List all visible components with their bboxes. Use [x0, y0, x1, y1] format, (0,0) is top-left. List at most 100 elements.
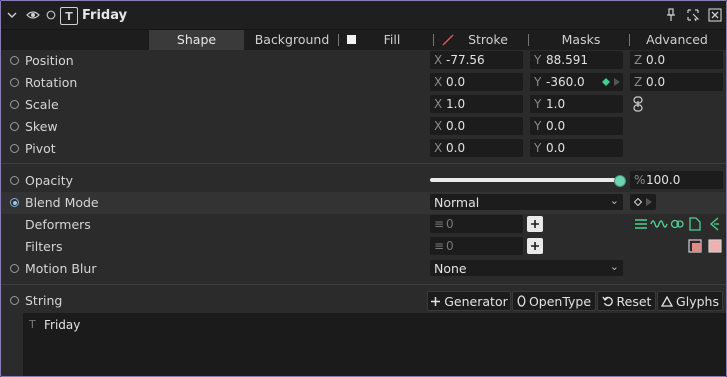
add-deformer-plus-icon[interactable]	[527, 216, 543, 232]
add-filter-plus-icon[interactable]	[527, 238, 543, 254]
opacity-field[interactable]: % 100.0	[630, 171, 723, 189]
opacity-value: 100.0	[646, 173, 681, 187]
blend-mode-label: Blend Mode	[25, 195, 99, 210]
text-type-icon: T	[29, 318, 36, 331]
position-x-field[interactable]: X -77.56	[430, 51, 523, 69]
position-y-field[interactable]: Y 88.591	[530, 51, 623, 69]
tab-advanced[interactable]: Advanced	[637, 30, 717, 50]
rotation-x-value: 0.0	[446, 75, 466, 89]
opacity-slider-handle[interactable]	[614, 175, 626, 187]
deformers-count-field[interactable]: ≡ 0	[430, 215, 523, 233]
collapse-chevron-icon[interactable]	[5, 7, 19, 23]
keyframe-toggle-icon[interactable]	[10, 176, 19, 185]
next-keyframe-icon[interactable]	[646, 198, 652, 206]
position-z-value: 0.0	[646, 53, 666, 67]
opentype-label: OpenType	[528, 293, 592, 309]
filters-count-field[interactable]: ≡ 0	[430, 237, 523, 255]
axis-y-label: Y	[534, 97, 542, 111]
fill-color-swatch-icon[interactable]	[347, 35, 356, 44]
scale-x-field[interactable]: X 1.0	[430, 95, 523, 113]
string-text-value: Friday	[44, 318, 81, 332]
rotation-x-field[interactable]: X 0.0	[430, 73, 523, 91]
scale-row: Scale X 1.0 Y 1.0	[1, 94, 726, 116]
rotation-row: Rotation X 0.0 Y -360.0 Z 0.0	[1, 72, 726, 94]
keyframe-toggle-icon[interactable]	[10, 264, 19, 273]
opentype-button[interactable]: OpenType	[512, 291, 596, 311]
properties-panel: T Friday Shape Background Fill Stroke Ma…	[0, 0, 727, 377]
reset-arrow-icon	[601, 296, 613, 307]
skew-x-field[interactable]: X 0.0	[430, 117, 523, 135]
scale-x-value: 1.0	[446, 97, 466, 111]
tab-divider	[338, 34, 339, 46]
keyframe-toggle-icon[interactable]	[10, 198, 19, 207]
string-label: String	[25, 293, 63, 308]
tab-fill[interactable]: Fill	[361, 30, 423, 50]
tab-masks[interactable]: Masks	[541, 30, 621, 50]
keyframe-diamond-icon[interactable]	[602, 78, 610, 86]
axis-x-label: X	[434, 141, 443, 155]
string-text-area[interactable]: T Friday	[23, 313, 726, 376]
skew-y-field[interactable]: Y 0.0	[530, 117, 623, 135]
motion-blur-row: Motion Blur None ⌄	[1, 258, 726, 280]
rotation-z-field[interactable]: Z 0.0	[630, 73, 723, 91]
pivot-x-field[interactable]: X 0.0	[430, 139, 523, 157]
blend-mode-row: Blend Mode Normal ⌄	[1, 192, 726, 214]
pin-icon[interactable]	[663, 7, 679, 23]
opacity-slider-track[interactable]	[430, 178, 620, 182]
keyframe-diamond-outline-icon[interactable]	[634, 198, 642, 206]
glyphs-button[interactable]: Glyphs	[657, 291, 723, 311]
keyframe-toggle-icon[interactable]	[10, 100, 19, 109]
keyframe-toggle-icon[interactable]	[10, 296, 19, 305]
plus-icon	[431, 296, 441, 306]
position-x-value: -77.56	[446, 53, 485, 67]
pivot-y-field[interactable]: Y 0.0	[530, 139, 623, 157]
list-icon: ≡	[434, 239, 445, 253]
keyframe-toggle-icon[interactable]	[10, 122, 19, 131]
visibility-eye-icon[interactable]	[25, 7, 41, 23]
glyphs-triangle-icon	[661, 295, 674, 307]
axis-x-label: X	[434, 53, 443, 67]
scale-label: Scale	[25, 97, 59, 112]
scale-y-field[interactable]: Y 1.0	[530, 95, 623, 113]
stroke-none-slash-icon[interactable]	[442, 34, 454, 46]
keyframe-nav	[630, 194, 656, 210]
filters-count: 0	[446, 239, 454, 253]
delete-x-icon[interactable]	[707, 7, 723, 23]
color-filter-icon[interactable]	[707, 238, 723, 254]
bend-deformer-icon[interactable]	[706, 216, 722, 232]
tab-background[interactable]: Background	[246, 30, 338, 50]
page-deformer-icon[interactable]	[687, 216, 703, 232]
keyframe-toggle-icon[interactable]	[10, 56, 19, 65]
axis-z-label: Z	[634, 75, 643, 89]
text-layer-type-icon: T	[60, 7, 78, 25]
position-row: Position X -77.56 Y 88.591 Z 0.0	[1, 50, 726, 72]
blend-mode-select[interactable]: Normal ⌄	[430, 194, 623, 210]
next-keyframe-icon[interactable]	[614, 78, 620, 86]
filter-preset-icon[interactable]	[687, 238, 703, 254]
list-icon: ≡	[434, 217, 445, 231]
deformers-row: Deformers ≡ 0	[1, 214, 726, 236]
solo-circle-icon[interactable]	[45, 7, 57, 23]
reset-button[interactable]: Reset	[597, 291, 656, 311]
link-scale-chain-icon[interactable]	[630, 96, 646, 112]
tab-stroke[interactable]: Stroke	[459, 30, 517, 50]
property-tabs: Shape Background Fill Stroke Masks Advan…	[1, 30, 726, 50]
tab-divider	[629, 34, 630, 46]
axis-x-label: X	[434, 119, 443, 133]
position-z-field[interactable]: Z 0.0	[630, 51, 723, 69]
section-divider	[1, 163, 726, 164]
filters-label: Filters	[25, 239, 63, 254]
deformer-list-icon[interactable]	[633, 216, 649, 232]
select-layer-icon[interactable]	[685, 7, 701, 23]
keyframe-toggle-icon[interactable]	[10, 144, 19, 153]
keyframe-toggle-icon[interactable]	[10, 78, 19, 87]
wave-deformer-icon[interactable]	[650, 216, 668, 232]
twist-deformer-icon[interactable]	[669, 216, 685, 232]
percent-unit-label: %	[634, 173, 646, 187]
position-label: Position	[25, 53, 74, 68]
motion-blur-select[interactable]: None ⌄	[430, 260, 623, 276]
generator-button[interactable]: Generator	[427, 291, 511, 311]
rotation-y-field[interactable]: Y -360.0	[530, 73, 623, 91]
tab-divider	[528, 34, 529, 46]
tab-shape[interactable]: Shape	[149, 30, 244, 50]
